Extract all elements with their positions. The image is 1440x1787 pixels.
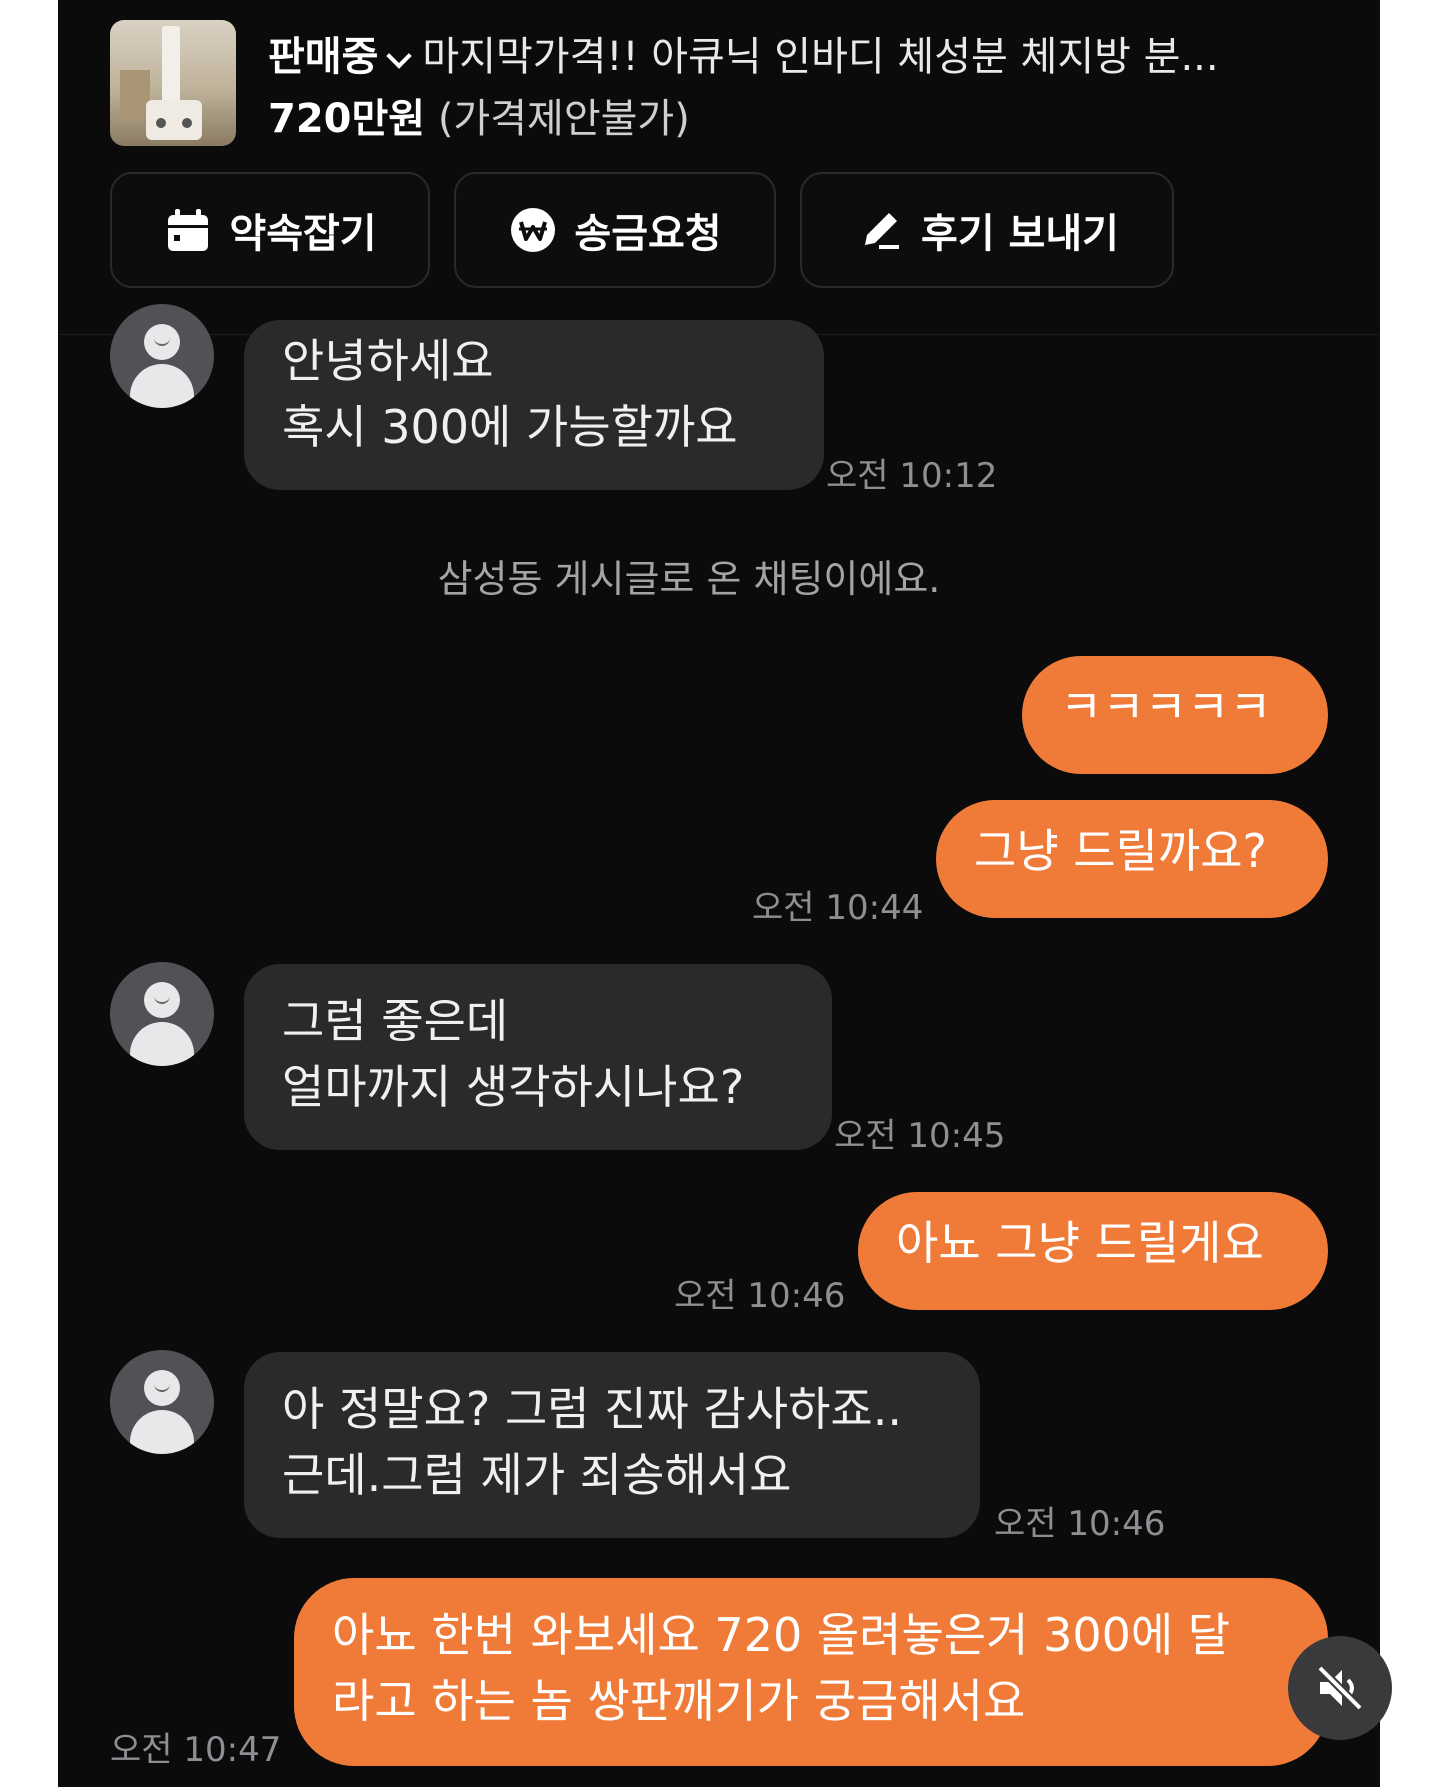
chat-header: 판매중 마지막가격!! 아큐닉 인바디 체성분 체지방 분... 720만원 (가… — [58, 0, 1380, 335]
message-line: 아뇨 한번 와보세요 720 올려놓은거 300에 달 — [332, 1608, 1231, 1662]
message-line: 그럼 좋은데 — [282, 994, 509, 1048]
message-time: 오전 10:47 — [110, 1730, 282, 1770]
mute-toggle-button[interactable] — [1288, 1636, 1392, 1740]
incoming-message[interactable]: 아 정말요? 그럼 진짜 감사하죠.. 근데.그럼 제가 죄송해서요 — [244, 1352, 980, 1538]
chat-screen: 판매중 마지막가격!! 아큐닉 인바디 체성분 체지방 분... 720만원 (가… — [58, 0, 1380, 1787]
avatar[interactable] — [110, 304, 214, 408]
price-note: (가격제안불가) — [437, 96, 690, 142]
message-time: 오전 10:12 — [826, 456, 998, 496]
product-price: 720만원 (가격제안불가) — [268, 86, 690, 144]
pencil-icon — [865, 213, 900, 249]
message-line: 그냥 드릴까요? — [974, 824, 1267, 878]
message-line: 얼마까지 생각하시나요? — [282, 1060, 745, 1114]
message-line: 아 정말요? 그럼 진짜 감사하죠.. — [282, 1382, 902, 1436]
price-value: 720만원 — [268, 96, 426, 142]
avatar[interactable] — [110, 962, 214, 1066]
message-line: 아뇨 그냥 드릴게요 — [896, 1216, 1264, 1270]
muted-speaker-icon — [1317, 1665, 1363, 1711]
incoming-message[interactable]: 그럼 좋은데 얼마까지 생각하시나요? — [244, 964, 832, 1150]
outgoing-message[interactable]: 그냥 드릴까요? — [936, 800, 1328, 918]
product-title: 마지막가격!! 아큐닉 인바디 체성분 체지방 분... — [422, 34, 1219, 80]
request-payment-button[interactable]: 송금요청 — [454, 172, 776, 288]
message-line: ㅋㅋㅋㅋㅋ — [1060, 680, 1272, 734]
message-line: 근데.그럼 제가 죄송해서요 — [282, 1448, 792, 1502]
product-status-title[interactable]: 판매중 마지막가격!! 아큐닉 인바디 체성분 체지방 분... — [268, 24, 1219, 82]
message-time: 오전 10:45 — [834, 1116, 1006, 1156]
outgoing-message[interactable]: 아뇨 한번 와보세요 720 올려놓은거 300에 달 라고 하는 놈 쌍판깨기… — [294, 1578, 1328, 1766]
message-line: 안녕하세요 — [282, 334, 494, 388]
incoming-message[interactable]: 안녕하세요 혹시 300에 가능할까요 — [244, 320, 824, 490]
message-time: 오전 10:46 — [674, 1276, 846, 1316]
sale-status[interactable]: 판매중 — [268, 34, 378, 80]
calendar-icon — [168, 209, 209, 251]
message-time: 오전 10:44 — [752, 888, 924, 928]
message-line: 혹시 300에 가능할까요 — [282, 400, 738, 454]
send-review-label: 후기 보내기 — [921, 211, 1119, 257]
message-line: 라고 하는 놈 쌍판깨기가 궁금해서요 — [332, 1674, 1026, 1728]
product-thumbnail[interactable] — [110, 20, 236, 146]
schedule-button[interactable]: 약속잡기 — [110, 172, 430, 288]
message-time: 오전 10:46 — [994, 1504, 1166, 1544]
outgoing-message[interactable]: ㅋㅋㅋㅋㅋ — [1022, 656, 1328, 774]
won-coin-icon — [511, 208, 556, 252]
outgoing-message[interactable]: 아뇨 그냥 드릴게요 — [858, 1192, 1328, 1310]
avatar[interactable] — [110, 1350, 214, 1454]
chat-origin-notice: 삼성동 게시글로 온 채팅이에요. — [437, 557, 941, 601]
request-payment-label: 송금요청 — [574, 211, 722, 257]
send-review-button[interactable]: 후기 보내기 — [800, 172, 1174, 288]
chevron-down-icon[interactable] — [386, 43, 413, 69]
schedule-label: 약속잡기 — [229, 211, 377, 257]
